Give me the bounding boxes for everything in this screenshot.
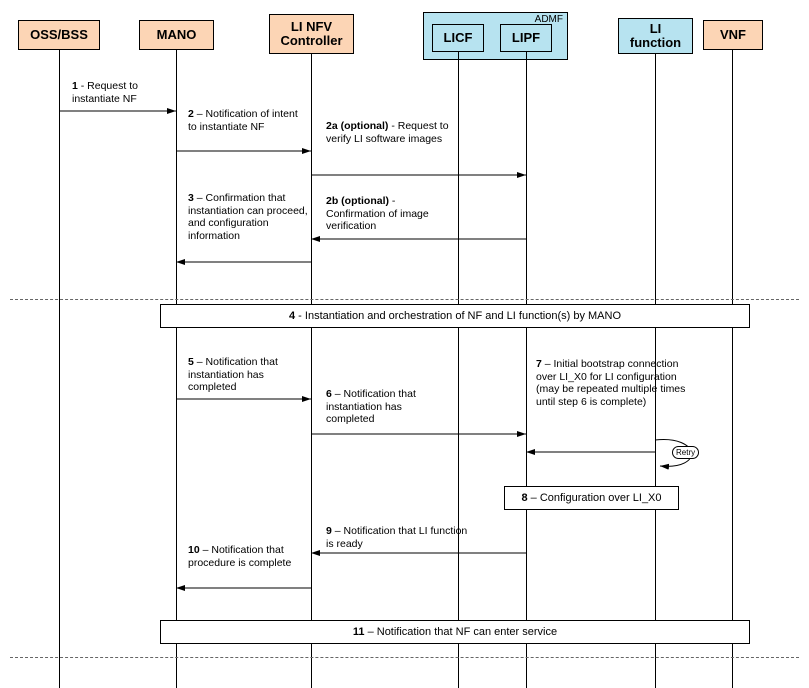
msg-8-box: 8 – Configuration over LI_X0 — [504, 486, 679, 510]
msg-4-box: 4 - Instantiation and orchestration of N… — [160, 304, 750, 328]
msg-10: 10 – Notification that procedure is comp… — [188, 544, 308, 569]
separator-dashed — [10, 299, 799, 300]
msg-2a: 2a (optional) - Request to verify LI sof… — [326, 120, 456, 145]
msg-num: 11 — [353, 626, 365, 638]
msg-body: - Request to instantiate NF — [72, 80, 138, 105]
participant-label: MANO — [157, 28, 197, 42]
msg-body: – Notification that LI function is ready — [326, 525, 467, 550]
msg-num: 2a (optional) — [326, 120, 388, 132]
lifeline-lipf — [526, 52, 527, 688]
participant-mano: MANO — [139, 20, 214, 50]
msg-body: – Initial bootstrap connection over LI_X… — [536, 358, 685, 408]
msg-body: – Configuration over LI_X0 — [528, 492, 662, 504]
participant-label: LIPF — [512, 31, 540, 45]
msg-3: 3 – Confirmation that instantiation can … — [188, 192, 308, 242]
lifeline-licf — [458, 52, 459, 688]
msg-9: 9 – Notification that LI function is rea… — [326, 525, 476, 550]
msg-body: – Confirmation that instantiation can pr… — [188, 192, 308, 242]
lifeline-ossbss — [59, 50, 60, 688]
participant-label: LI function — [625, 22, 686, 51]
participant-licf: LICF — [432, 24, 484, 52]
msg-num: 10 — [188, 544, 200, 556]
msg-num: 2b (optional) — [326, 195, 389, 207]
msg-2: 2 – Notification of intent to instantiat… — [188, 108, 308, 133]
participant-label: OSS/BSS — [30, 28, 88, 42]
msg-body: – Notification that NF can enter service — [365, 626, 558, 638]
participant-linfv-controller: LI NFV Controller — [269, 14, 354, 54]
msg-7: 7 – Initial bootstrap connection over LI… — [536, 358, 686, 408]
msg-5: 5 – Notification that instantiation has … — [188, 356, 308, 394]
retry-label: Retry — [672, 446, 699, 459]
participant-label: LI NFV Controller — [276, 20, 347, 49]
msg-body: – Notification that procedure is complet… — [188, 544, 291, 569]
lifeline-vnf — [732, 50, 733, 688]
lifeline-linfv — [311, 54, 312, 688]
participant-ossbss: OSS/BSS — [18, 20, 100, 50]
participant-label: LICF — [444, 31, 473, 45]
participant-li-function: LI function — [618, 18, 693, 54]
participant-lipf: LIPF — [500, 24, 552, 52]
msg-body: – Notification that instantiation has co… — [188, 356, 278, 393]
sequence-diagram: ADMF OSS/BSS MANO LI NFV Controller LICF… — [0, 0, 809, 688]
participant-vnf: VNF — [703, 20, 763, 50]
msg-2b: 2b (optional) - Confirmation of image ve… — [326, 195, 456, 233]
msg-1: 1 - Request to instantiate NF — [72, 80, 177, 105]
separator-dashed — [10, 657, 799, 658]
msg-body: - Instantiation and orchestration of NF … — [295, 310, 621, 322]
msg-6: 6 – Notification that instantiation has … — [326, 388, 446, 426]
participant-label: VNF — [720, 28, 746, 42]
msg-body: – Notification of intent to instantiate … — [188, 108, 298, 133]
lifeline-mano — [176, 50, 177, 688]
msg-body: – Notification that instantiation has co… — [326, 388, 416, 425]
msg-11-box: 11 – Notification that NF can enter serv… — [160, 620, 750, 644]
